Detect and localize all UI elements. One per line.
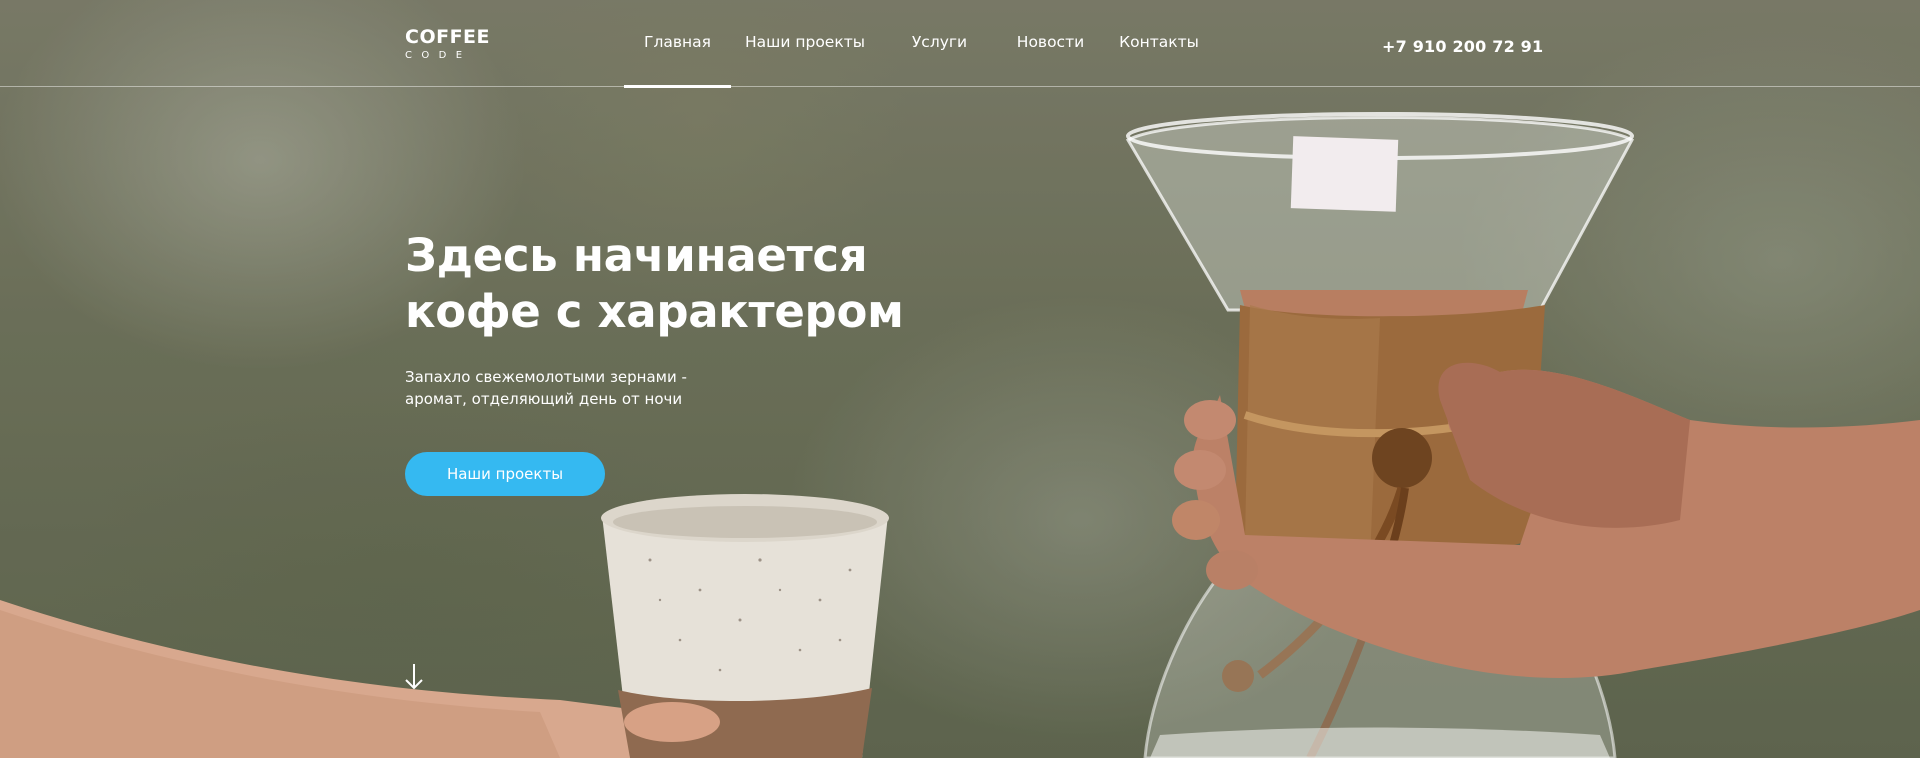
nav-item-contacts[interactable]: Контакты [1101, 0, 1217, 87]
logo[interactable]: COFFEE CODE [405, 26, 490, 63]
hero-content: Здесь начинается кофе с характером Запах… [405, 228, 925, 410]
projects-button[interactable]: Наши проекты [405, 452, 605, 496]
scroll-down-button[interactable] [403, 662, 425, 692]
hero-title: Здесь начинается кофе с характером [405, 228, 925, 340]
hero-subtitle: Запахло свежемолотыми зернами - аромат, … [405, 366, 705, 410]
main-nav: Главная Наши проекты Услуги Новости Конт… [624, 0, 1217, 88]
phone-link[interactable]: +7 910 200 72 91 [1382, 37, 1543, 56]
hero-title-line-1: Здесь начинается [405, 229, 868, 282]
logo-wordmark-bottom: CODE [405, 50, 472, 61]
hero-background-photo [0, 112, 1920, 758]
header-divider [0, 86, 1920, 87]
hero-subtitle-line-1: Запахло свежемолотыми зернами - [405, 368, 687, 386]
hero-section: COFFEE CODE Главная Наши проекты Услуги … [0, 0, 1920, 758]
nav-item-news[interactable]: Новости [1000, 0, 1101, 87]
nav-item-home[interactable]: Главная [624, 0, 731, 88]
hero-title-line-2: кофе с характером [405, 285, 904, 338]
logo-wordmark-top: COFFEE [405, 26, 491, 48]
nav-item-projects[interactable]: Наши проекты [731, 0, 879, 87]
nav-item-services[interactable]: Услуги [879, 0, 1000, 87]
site-header: COFFEE CODE Главная Наши проекты Услуги … [0, 0, 1920, 88]
hero-subtitle-line-2: аромат, отделяющий день от ночи [405, 390, 683, 408]
arrow-down-icon [405, 664, 423, 690]
